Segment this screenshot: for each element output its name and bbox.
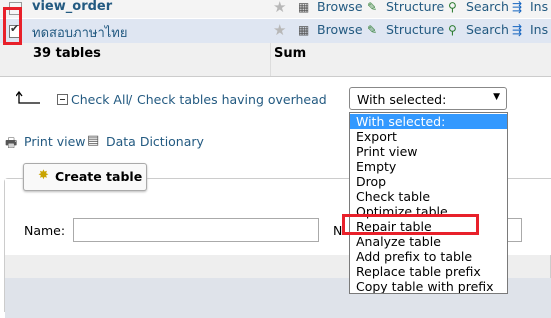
- structure-icon: ✎: [367, 23, 378, 37]
- browse-icon: ▦: [298, 23, 310, 37]
- browse-link[interactable]: Browse: [317, 0, 363, 14]
- table-name-link[interactable]: ทดสอบภาษาไทย: [32, 22, 127, 43]
- arrow-up-left-icon: [15, 90, 40, 105]
- table-row: view_order ★ ▦ Browse ✎ Structure ⚲ Sear…: [0, 0, 551, 18]
- column-divider: [270, 43, 271, 76]
- option-print-view[interactable]: Print view: [350, 144, 507, 159]
- favorite-star-icon[interactable]: ★: [273, 21, 286, 39]
- print-view-link[interactable]: Print view: [24, 134, 86, 149]
- sum-label: Sum: [274, 46, 307, 61]
- structure-link[interactable]: Structure: [386, 22, 444, 37]
- search-icon: ⚲: [448, 0, 457, 14]
- option-export[interactable]: Export: [350, 129, 507, 144]
- option-replace-prefix[interactable]: Replace table prefix: [350, 264, 507, 279]
- separator: /: [128, 92, 133, 107]
- table-count: 39 tables: [33, 46, 101, 61]
- insert-icon: ⇶: [512, 0, 523, 14]
- insert-icon: ⇶: [512, 23, 523, 37]
- chevron-down-icon: ▼: [493, 92, 500, 102]
- dictionary-icon: ▤: [87, 133, 100, 148]
- browse-link[interactable]: Browse: [317, 22, 363, 37]
- create-table-label: Create table: [55, 169, 143, 184]
- insert-link[interactable]: Ins: [530, 0, 548, 14]
- option-drop[interactable]: Drop: [350, 174, 507, 189]
- with-selected-select[interactable]: With selected: ▼: [349, 87, 507, 110]
- search-link[interactable]: Search: [466, 22, 509, 37]
- search-link[interactable]: Search: [466, 0, 509, 14]
- printer-icon: 🖶: [5, 136, 18, 151]
- search-icon: ⚲: [448, 23, 457, 37]
- check-all-icon[interactable]: [57, 94, 68, 105]
- data-dictionary-link[interactable]: Data Dictionary: [106, 134, 204, 149]
- table-row: ✔ ทดสอบภาษาไทย ★ ▦ Browse ✎ Structure ⚲ …: [0, 19, 551, 43]
- structure-icon: ✎: [367, 0, 378, 14]
- highlight-box-checkbox: [3, 7, 22, 45]
- option-copy-with-prefix[interactable]: Copy table with prefix: [350, 279, 507, 293]
- table-footer: 39 tables Sum: [0, 43, 551, 77]
- check-overhead-link[interactable]: Check tables having overhead: [137, 92, 327, 107]
- browse-icon: ▦: [298, 0, 310, 14]
- check-all-link[interactable]: Check All: [71, 92, 129, 107]
- name-label: Name:: [24, 223, 66, 238]
- favorite-star-icon[interactable]: ★: [273, 0, 286, 16]
- option-empty[interactable]: Empty: [350, 159, 507, 174]
- table-name-input[interactable]: [73, 218, 319, 242]
- create-table-tab[interactable]: ✸ Create table: [23, 163, 147, 191]
- option-with-selected[interactable]: With selected:: [350, 114, 507, 129]
- table-name-link[interactable]: view_order: [32, 0, 112, 14]
- columns-label: N: [333, 223, 343, 238]
- option-check-table[interactable]: Check table: [350, 189, 507, 204]
- with-selected-dropdown: With selected: Export Print view Empty D…: [349, 112, 508, 294]
- option-add-prefix[interactable]: Add prefix to table: [350, 249, 507, 264]
- option-analyze-table[interactable]: Analyze table: [350, 234, 507, 249]
- highlight-box-repair: [342, 214, 479, 235]
- structure-link[interactable]: Structure: [386, 0, 444, 14]
- insert-link[interactable]: Ins: [530, 22, 548, 37]
- sparkle-table-icon: ✸: [38, 168, 49, 183]
- with-selected-value: With selected:: [357, 92, 447, 107]
